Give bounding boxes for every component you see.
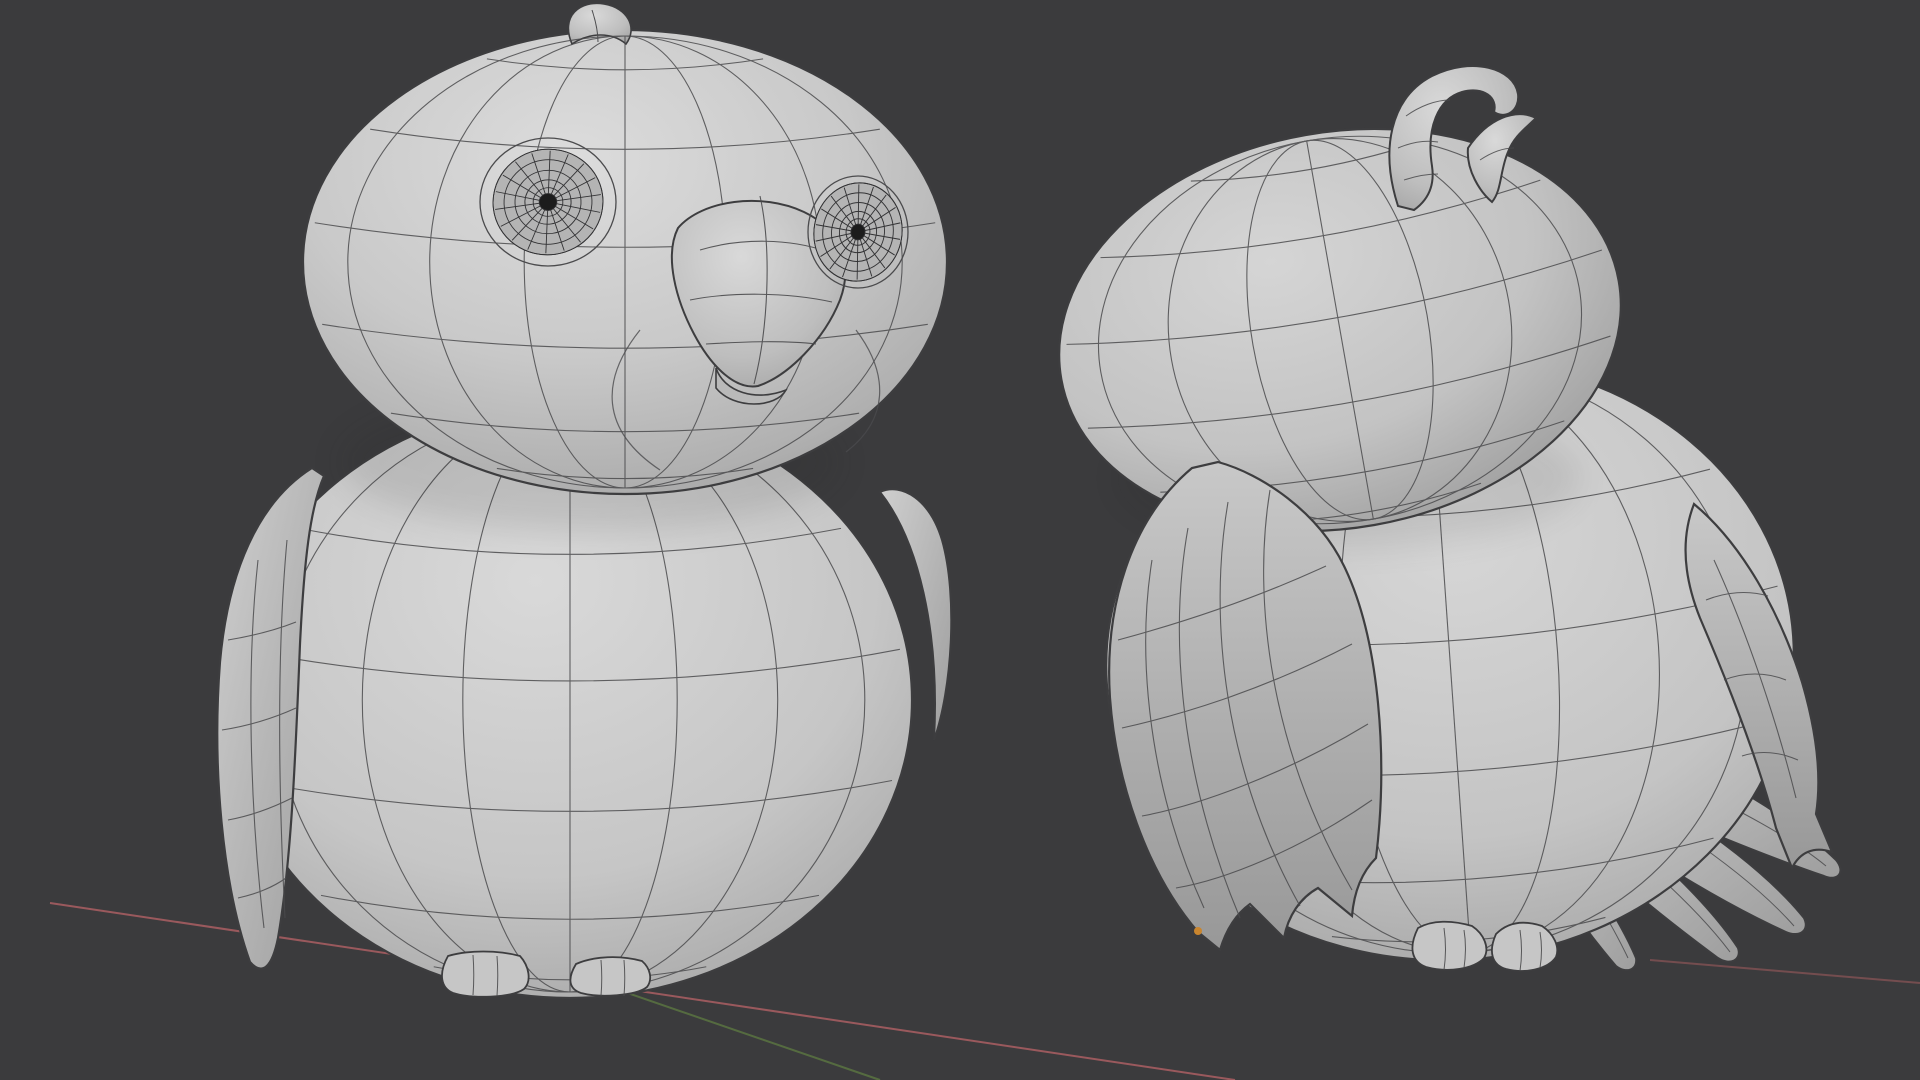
viewport-canvas[interactable] (0, 0, 1920, 1080)
3d-cursor-dot (1194, 927, 1202, 935)
bird-front-right-eye (807, 175, 909, 289)
3d-viewport[interactable] (0, 0, 1920, 1080)
